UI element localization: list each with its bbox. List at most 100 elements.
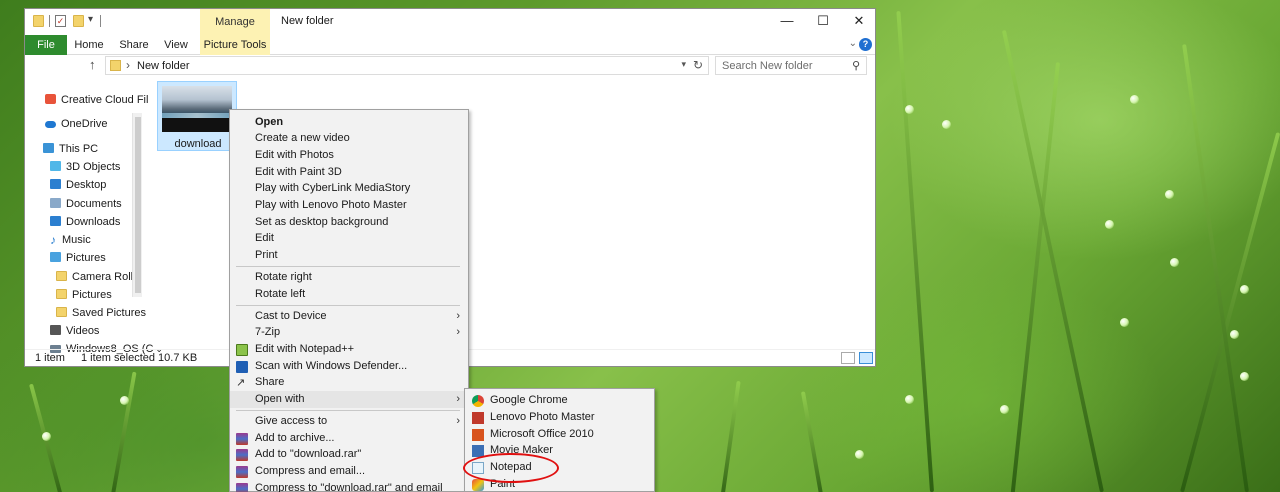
open-with-movie-maker[interactable]: Movie Maker <box>465 442 654 459</box>
properties-icon[interactable]: ✓ <box>55 15 66 27</box>
winrar-icon <box>236 433 248 445</box>
breadcrumb-new-folder[interactable]: New folder <box>137 60 190 72</box>
tab-view[interactable]: View <box>161 35 191 55</box>
onedrive-icon <box>45 121 56 128</box>
dew-drop <box>855 450 864 459</box>
new-folder-icon[interactable] <box>73 15 84 27</box>
nav-item-camera-roll[interactable]: Camera Roll <box>56 268 133 286</box>
help-icon[interactable]: ? <box>859 38 872 51</box>
tab-manage[interactable]: Manage <box>200 9 270 35</box>
open-with-lenovo-photo-master[interactable]: Lenovo Photo Master <box>465 409 654 426</box>
up-arrow-icon[interactable]: ↑ <box>89 57 96 72</box>
menu-item-set-background[interactable]: Set as desktop background <box>230 214 468 231</box>
breadcrumb-chevron-icon[interactable]: › <box>126 58 130 72</box>
search-input[interactable]: Search New folder ⚲ <box>715 56 867 75</box>
file-name: download <box>174 138 222 150</box>
notepad-plus-plus-icon <box>236 344 248 356</box>
menu-item-play-lenovo[interactable]: Play with Lenovo Photo Master <box>230 197 468 214</box>
context-menu: Open Create a new video Edit with Photos… <box>229 109 469 492</box>
nav-item-music[interactable]: ♪ Music <box>50 231 91 249</box>
menu-item-compress-download-email[interactable]: Compress to "download.rar" and email <box>230 480 468 492</box>
image-thumbnail-shore <box>162 118 232 132</box>
computer-icon <box>43 143 54 153</box>
nav-item-desktop[interactable]: Desktop <box>50 176 106 194</box>
nav-item-videos[interactable]: Videos <box>50 322 99 340</box>
open-with-chrome[interactable]: Google Chrome <box>465 392 654 409</box>
menu-item-edit-photos[interactable]: Edit with Photos <box>230 147 468 164</box>
address-row: ↑ › New folder ▾ ↻ Search New folder ⚲ <box>25 55 875 77</box>
file-item-download[interactable]: download <box>157 81 237 151</box>
details-view-icon[interactable] <box>841 352 855 364</box>
large-icons-view-icon[interactable] <box>859 352 873 364</box>
dew-drop <box>1105 220 1114 229</box>
menu-item-print[interactable]: Print <box>230 247 468 264</box>
nav-item-3d-objects[interactable]: 3D Objects <box>50 158 120 176</box>
dew-drop <box>905 395 914 404</box>
dew-drop <box>1165 190 1174 199</box>
music-icon: ♪ <box>50 233 56 247</box>
submenu-arrow-icon: › <box>456 415 460 427</box>
navigation-pane: Creative Cloud Fil OneDrive This PC 3D O… <box>25 77 163 355</box>
winrar-icon <box>236 483 248 492</box>
folder-icon <box>56 289 67 299</box>
winrar-icon <box>236 466 248 478</box>
tab-home[interactable]: Home <box>71 35 107 55</box>
menu-item-play-cyberlink[interactable]: Play with CyberLink MediaStory <box>230 180 468 197</box>
minimize-button[interactable]: — <box>769 9 805 33</box>
tab-file[interactable]: File <box>25 35 67 55</box>
open-with-paint[interactable]: Paint <box>465 476 654 492</box>
nav-item-onedrive[interactable]: OneDrive <box>45 115 107 133</box>
nav-item-pictures-sub[interactable]: Pictures <box>56 286 112 304</box>
folder-icon <box>56 271 67 281</box>
menu-item-cast-to-device[interactable]: Cast to Device › <box>230 308 468 325</box>
movie-maker-icon <box>472 445 484 457</box>
menu-item-open-with[interactable]: Open with › <box>230 391 468 408</box>
menu-item-give-access[interactable]: Give access to › <box>230 413 468 430</box>
customize-toolbar-chevron-icon[interactable]: ▾ <box>88 14 93 25</box>
dew-drop <box>1130 95 1139 104</box>
dew-drop <box>942 120 951 129</box>
lenovo-photo-master-icon <box>472 412 484 424</box>
nav-scrollbar[interactable] <box>132 113 142 297</box>
open-with-notepad[interactable]: Notepad <box>465 459 654 476</box>
menu-item-rotate-right[interactable]: Rotate right <box>230 269 468 286</box>
maximize-button[interactable]: ☐ <box>805 9 841 33</box>
nav-item-documents[interactable]: Documents <box>50 195 122 213</box>
open-with-office[interactable]: Microsoft Office 2010 <box>465 426 654 443</box>
refresh-icon[interactable]: ↻ <box>693 58 703 72</box>
menu-item-add-to-download-rar[interactable]: Add to "download.rar" <box>230 446 468 463</box>
nav-item-creative-cloud[interactable]: Creative Cloud Fil <box>45 91 148 109</box>
nav-item-this-pc[interactable]: This PC <box>43 140 98 158</box>
nav-item-saved-pictures[interactable]: Saved Pictures <box>56 304 146 322</box>
3d-objects-icon <box>50 161 61 171</box>
winrar-icon <box>236 449 248 461</box>
menu-item-edit[interactable]: Edit <box>230 230 468 247</box>
tab-share[interactable]: Share <box>117 35 151 55</box>
pictures-icon <box>50 252 61 262</box>
menu-item-create-video[interactable]: Create a new video <box>230 130 468 147</box>
menu-item-share[interactable]: ↗ Share <box>230 374 468 391</box>
scrollbar-thumb[interactable] <box>135 117 141 293</box>
address-bar[interactable]: › New folder ▾ ↻ <box>105 56 709 75</box>
menu-item-edit-notepad-plus-plus[interactable]: Edit with Notepad++ <box>230 341 468 358</box>
folder-icon <box>33 15 44 27</box>
expand-ribbon-icon[interactable]: ⌄ <box>849 38 857 49</box>
tab-picture-tools[interactable]: Picture Tools <box>200 35 270 55</box>
search-placeholder: Search New folder <box>722 60 813 72</box>
menu-item-rotate-left[interactable]: Rotate left <box>230 286 468 303</box>
nav-item-pictures[interactable]: Pictures <box>50 249 106 267</box>
title-bar[interactable]: ✓ ▾ Manage New folder — ☐ ✕ <box>25 9 875 35</box>
close-button[interactable]: ✕ <box>841 9 877 33</box>
address-dropdown-icon[interactable]: ▾ <box>681 59 686 70</box>
submenu-arrow-icon: › <box>456 326 460 338</box>
downloads-icon <box>50 216 61 226</box>
menu-item-compress-email[interactable]: Compress and email... <box>230 463 468 480</box>
menu-item-open[interactable]: Open <box>230 114 468 131</box>
dew-drop <box>120 396 129 405</box>
menu-item-add-to-archive[interactable]: Add to archive... <box>230 430 468 447</box>
dew-drop <box>1170 258 1179 267</box>
nav-item-downloads[interactable]: Downloads <box>50 213 120 231</box>
menu-item-scan-defender[interactable]: Scan with Windows Defender... <box>230 358 468 375</box>
menu-item-7zip[interactable]: 7-Zip › <box>230 324 468 341</box>
menu-item-edit-paint3d[interactable]: Edit with Paint 3D <box>230 164 468 181</box>
